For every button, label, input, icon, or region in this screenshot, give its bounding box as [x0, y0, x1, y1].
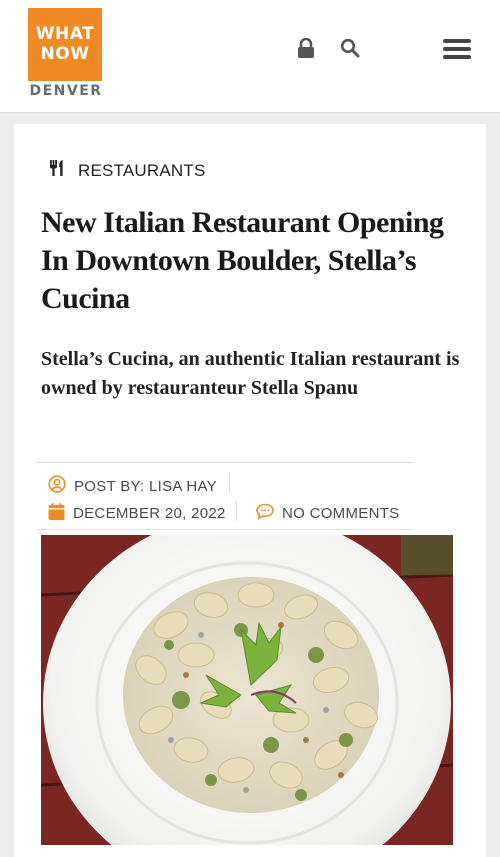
- hamburger-menu-icon[interactable]: [442, 37, 472, 61]
- utensils-icon: [50, 160, 64, 181]
- logo-mark: WHAT NOW: [28, 8, 102, 81]
- site-header: WHAT NOW DENVER: [0, 0, 500, 113]
- logo-line-2: NOW: [40, 44, 90, 64]
- logo-city: DENVER: [29, 83, 103, 99]
- article-excerpt: Stella’s Cucina, an authentic Italian re…: [41, 348, 460, 399]
- post-date: DECEMBER 20, 2022: [48, 503, 226, 524]
- post-author[interactable]: POST BY: LISA HAY: [48, 475, 217, 497]
- post-comments-link[interactable]: NO COMMENTS: [256, 503, 399, 524]
- post-meta: POST BY: LISA HAY DECEMBER 20, 2022 NO C…: [36, 462, 414, 530]
- category-tag[interactable]: RESTAURANTS: [50, 160, 206, 181]
- lock-icon[interactable]: [297, 37, 315, 58]
- comment-bubble-icon: [256, 503, 274, 524]
- user-circle-icon: [48, 475, 66, 497]
- post-comments-text: NO COMMENTS: [282, 505, 400, 522]
- article-featured-image: [41, 535, 453, 845]
- post-author-text: POST BY: LISA HAY: [74, 477, 217, 495]
- site-logo[interactable]: WHAT NOW DENVER: [28, 8, 104, 100]
- category-label: RESTAURANTS: [78, 160, 206, 180]
- logo-line-1: WHAT: [35, 24, 95, 44]
- post-date-text: DECEMBER 20, 2022: [73, 505, 226, 522]
- meta-divider: [229, 473, 230, 493]
- calendar-icon: [48, 503, 65, 524]
- article-title: New Italian Restaurant Opening In Downto…: [41, 206, 444, 315]
- search-icon[interactable]: [340, 38, 360, 58]
- article-card: RESTAURANTS New Italian Restaurant Openi…: [14, 124, 486, 857]
- meta-divider: [236, 501, 237, 521]
